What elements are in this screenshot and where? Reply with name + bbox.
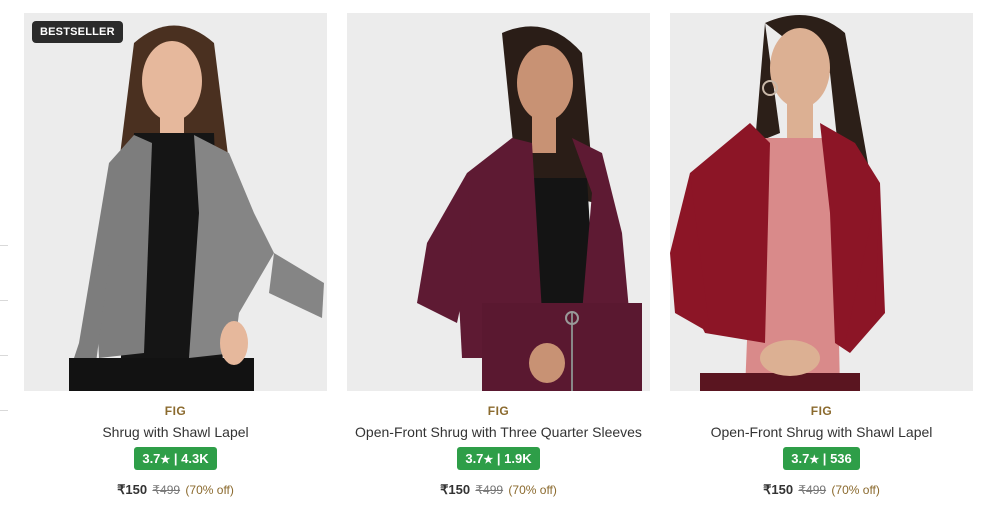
rating-value: 3.7: [465, 451, 484, 466]
page-edge-divider: [0, 300, 8, 301]
selling-price: ₹150: [440, 482, 471, 497]
product-image[interactable]: [347, 13, 650, 391]
page-edge-divider: [0, 245, 8, 246]
product-image[interactable]: BESTSELLER: [24, 13, 327, 391]
original-price: ₹499: [798, 483, 827, 497]
discount-text: (70% off): [831, 483, 880, 497]
rating-value: 3.7: [791, 451, 810, 466]
page-edge-divider: [0, 410, 8, 411]
original-price: ₹499: [475, 483, 504, 497]
rating-count: 4.3K: [181, 451, 209, 466]
star-icon: ★: [809, 454, 820, 466]
selling-price: ₹150: [117, 482, 148, 497]
discount-text: (70% off): [508, 483, 557, 497]
rating-badge: 3.7★ | 4.3K: [134, 447, 217, 470]
rating-count: 1.9K: [504, 451, 532, 466]
brand-name: FIG: [487, 404, 510, 418]
bestseller-badge: BESTSELLER: [32, 21, 123, 43]
page-edge-divider: [0, 355, 8, 356]
product-name[interactable]: Open-Front Shrug with Shawl Lapel: [670, 424, 973, 440]
brand-name: FIG: [164, 404, 187, 418]
discount-text: (70% off): [185, 483, 234, 497]
product-card[interactable]: FIG Open-Front Shrug with Three Quarter …: [347, 13, 650, 498]
product-name[interactable]: Shrug with Shawl Lapel: [24, 424, 327, 440]
price-row: ₹150 ₹499 (70% off): [670, 482, 973, 498]
rating-count: 536: [830, 451, 852, 466]
product-image[interactable]: [670, 13, 973, 391]
product-card[interactable]: BESTSELLER FIG Shrug with Shawl Lapel 3.…: [24, 13, 327, 498]
rating-badge: 3.7★ | 1.9K: [457, 447, 540, 470]
rating-badge: 3.7★ | 536: [783, 447, 860, 470]
star-icon: ★: [160, 454, 171, 466]
product-card[interactable]: FIG Open-Front Shrug with Shawl Lapel 3.…: [670, 13, 973, 498]
star-icon: ★: [483, 454, 494, 466]
rating-value: 3.7: [142, 451, 161, 466]
brand-name: FIG: [810, 404, 833, 418]
original-price: ₹499: [152, 483, 181, 497]
price-row: ₹150 ₹499 (70% off): [24, 482, 327, 498]
product-name[interactable]: Open-Front Shrug with Three Quarter Slee…: [347, 424, 650, 440]
selling-price: ₹150: [763, 482, 794, 497]
price-row: ₹150 ₹499 (70% off): [347, 482, 650, 498]
